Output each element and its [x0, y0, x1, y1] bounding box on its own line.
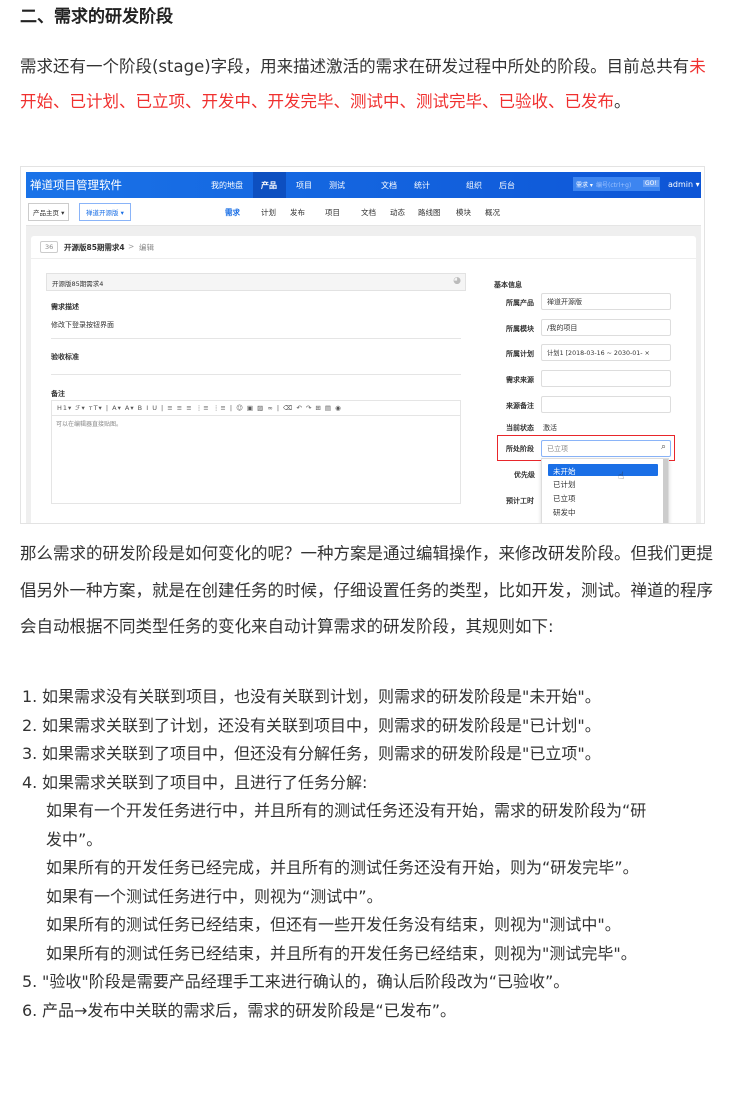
top-navbar: 禅道项目管理软件 我的地盘 产品 项目 测试 文档 统计 组织 后台 需求 ▾ … [26, 172, 701, 198]
module-label: 所属模块 [506, 325, 534, 333]
plan-select[interactable]: 计划1 [2018-03-16 ~ 2030-01- × [541, 344, 671, 361]
sub-rule: 如果有一个测试任务进行中，则视为“测试中”。 [46, 886, 383, 906]
title-input[interactable]: 开源版85期需求4 ◕ [46, 273, 466, 291]
subnav-overview[interactable]: 概况 [485, 207, 500, 218]
plan-label: 所属计划 [506, 350, 534, 358]
product-label: 所属产品 [506, 299, 534, 307]
source-note-label: 来源备注 [506, 402, 534, 410]
sub-rule: 如果所有的测试任务已经结束，并且所有的开发任务已经结束，则视为"测试完毕"。 [46, 943, 637, 963]
item-number: 3. [22, 744, 38, 763]
sub-navbar: 产品主页 ▾ 禅道开源版 ▾ 需求 计划 发布 项目 文档 动态 路线图 模块 … [26, 198, 701, 226]
intro-paragraph: 需求还有一个阶段(stage)字段，用来描述激活的需求在研发过程中所处的阶段。目… [20, 50, 720, 119]
stage-option[interactable]: 研发中 [553, 507, 576, 518]
crumb-product[interactable]: 禅道开源版 ▾ [79, 203, 131, 221]
rich-editor[interactable]: H1▾ ℱ▾ ᴛT▾ | A▾ A▾ B I U | ≡ ≡ ≡ ⋮≡ ⋮≡ |… [51, 400, 461, 504]
status-value: 激活 [543, 424, 557, 432]
list-item: 4. 如果需求关联到了项目中，且进行了任务分解: 如果有一个开发任务进行中，并且所… [20, 769, 720, 969]
subnav-plan[interactable]: 计划 [261, 207, 276, 218]
title-value: 开源版85期需求4 [52, 280, 104, 288]
estimate-label: 预计工时 [506, 497, 534, 505]
sub-rule: 如果有一个开发任务进行中，并且所有的测试任务还没有开始，需求的研发阶段为“研发中… [46, 801, 647, 849]
intro-end: 。 [614, 91, 631, 111]
item-number: 2. [22, 715, 38, 735]
plan-value: 计划1 [2018-03-16 ~ 2030-01- × [547, 350, 650, 357]
item-number: 6. [22, 1000, 38, 1020]
story-title: 开源版85期需求4 [64, 243, 125, 252]
product-select[interactable]: 禅道开源版 [541, 293, 671, 310]
nav-admin[interactable]: 后台 [499, 180, 515, 191]
nav-product[interactable]: 产品 [261, 180, 277, 191]
section-heading: 二、需求的研发阶段 [20, 7, 173, 27]
stage-option[interactable]: 未开始 [548, 464, 658, 476]
intro-text: 需求还有一个阶段(stage)字段，用来描述激活的需求在研发过程中所处的阶段。目… [20, 57, 690, 76]
subnav-module[interactable]: 模块 [456, 207, 471, 218]
story-id: 36 [40, 241, 59, 253]
list-item: 5. "验收"阶段是需要产品经理手工来进行确认的，确认后阶段改为“已验收”。 [20, 968, 720, 997]
module-select[interactable]: /我的项目 [541, 319, 671, 336]
product-value: 禅道开源版 [547, 298, 582, 306]
stage-select[interactable]: 已立项 ⌕ [541, 440, 671, 457]
edit-label: 编辑 [139, 243, 154, 252]
item-text: 如果需求关联到了项目中，且进行了任务分解: [42, 772, 368, 792]
subnav-story[interactable]: 需求 [225, 207, 240, 218]
palette-icon[interactable]: ◕ [453, 276, 461, 286]
source-note-input[interactable] [541, 396, 671, 413]
rules-intro-paragraph: 那么需求的研发阶段是如何变化的呢？一种方案是通过编辑操作，来修改研发阶段。但我们… [20, 544, 713, 636]
item-text: 如果需求没有关联到项目，也没有关联到计划，则需求的研发阶段是"未开始"。 [42, 687, 601, 706]
hand-cursor-icon: ☝ [618, 471, 625, 482]
crumb-product-home[interactable]: 产品主页 ▾ [28, 203, 70, 221]
subnav-dynamic[interactable]: 动态 [390, 207, 405, 218]
subnav-project[interactable]: 项目 [325, 207, 340, 218]
stage-option[interactable]: 已计划 [553, 479, 576, 490]
item-number: 1. [22, 687, 38, 706]
comment-label: 备注 [51, 390, 65, 398]
item-number: 5. [22, 972, 38, 991]
priority-label: 优先级 [514, 471, 535, 479]
verify-label: 验收标准 [51, 353, 79, 361]
nav-project[interactable]: 项目 [296, 180, 312, 191]
stage-value: 已立项 [547, 445, 568, 453]
subnav-release[interactable]: 发布 [290, 207, 305, 218]
list-item: 6. 产品→发布中关联的需求后，需求的研发阶段是“已发布”。 [20, 997, 720, 1026]
desc-label: 需求描述 [51, 303, 79, 311]
item-text: 如果需求关联到了项目中，但还没有分解任务，则需求的研发阶段是"已立项"。 [42, 744, 601, 763]
source-label: 需求来源 [506, 376, 534, 384]
nav-org[interactable]: 组织 [466, 180, 482, 191]
desc-value[interactable]: 修改下登录按钮界面 [51, 320, 114, 330]
search-type[interactable]: 需求 ▾ [576, 180, 593, 189]
nav-doc[interactable]: 文档 [381, 180, 397, 191]
subnav-doc[interactable]: 文档 [361, 207, 376, 218]
item-text: 如果需求关联到了计划，还没有关联到项目中，则需求的研发阶段是"已计划"。 [42, 715, 601, 735]
list-item: 2. 如果需求关联到了计划，还没有关联到项目中，则需求的研发阶段是"已计划"。 [20, 712, 720, 741]
list-item: 3. 如果需求关联到了项目中，但还没有分解任务，则需求的研发阶段是"已立项"。 [20, 740, 720, 769]
user-menu[interactable]: admin ▾ [668, 180, 700, 189]
subnav-roadmap[interactable]: 路线图 [418, 207, 441, 218]
stage-dropdown: 未开始 已计划 已立项 研发中 ☝ [541, 458, 669, 523]
nav-test[interactable]: 测试 [329, 180, 345, 191]
source-select[interactable] [541, 370, 671, 387]
go-button[interactable]: GO! [643, 180, 659, 187]
nav-stat[interactable]: 统计 [414, 180, 430, 191]
editor-placeholder: 可以在编辑器直接贴图。 [56, 421, 123, 428]
item-text: 产品→发布中关联的需求后，需求的研发阶段是“已发布”。 [42, 1000, 456, 1020]
nav-my[interactable]: 我的地盘 [211, 180, 243, 191]
item-text: "验收"阶段是需要产品经理手工来进行确认的，确认后阶段改为“已验收”。 [42, 972, 570, 991]
stage-label: 所处阶段 [506, 445, 534, 453]
item-number: 4. [22, 772, 38, 792]
search-icon: ⌕ [660, 442, 666, 452]
search-input[interactable]: 编号(ctrl+g) [596, 180, 631, 189]
list-item: 1. 如果需求没有关联到项目，也没有关联到计划，则需求的研发阶段是"未开始"。 [20, 683, 720, 712]
module-value: /我的项目 [547, 324, 578, 332]
sub-rule: 如果所有的测试任务已经结束，但还有一些开发任务没有结束，则视为"测试中"。 [46, 915, 621, 934]
app-title: 禅道项目管理软件 [30, 178, 122, 192]
editor-toolbar[interactable]: H1▾ ℱ▾ ᴛT▾ | A▾ A▾ B I U | ≡ ≡ ≡ ⋮≡ ⋮≡ |… [57, 404, 342, 412]
sub-rule: 如果所有的开发任务已经完成，并且所有的测试任务还没有开始，则为“研发完毕”。 [46, 858, 639, 877]
stage-option[interactable]: 已立项 [553, 493, 576, 504]
rules-list: 1. 如果需求没有关联到项目，也没有关联到计划，则需求的研发阶段是"未开始"。 2… [20, 683, 720, 1025]
status-label: 当前状态 [506, 424, 534, 432]
basic-info-heading: 基本信息 [494, 281, 522, 289]
zentao-screenshot: 禅道项目管理软件 我的地盘 产品 项目 测试 文档 统计 组织 后台 需求 ▾ … [20, 166, 705, 524]
